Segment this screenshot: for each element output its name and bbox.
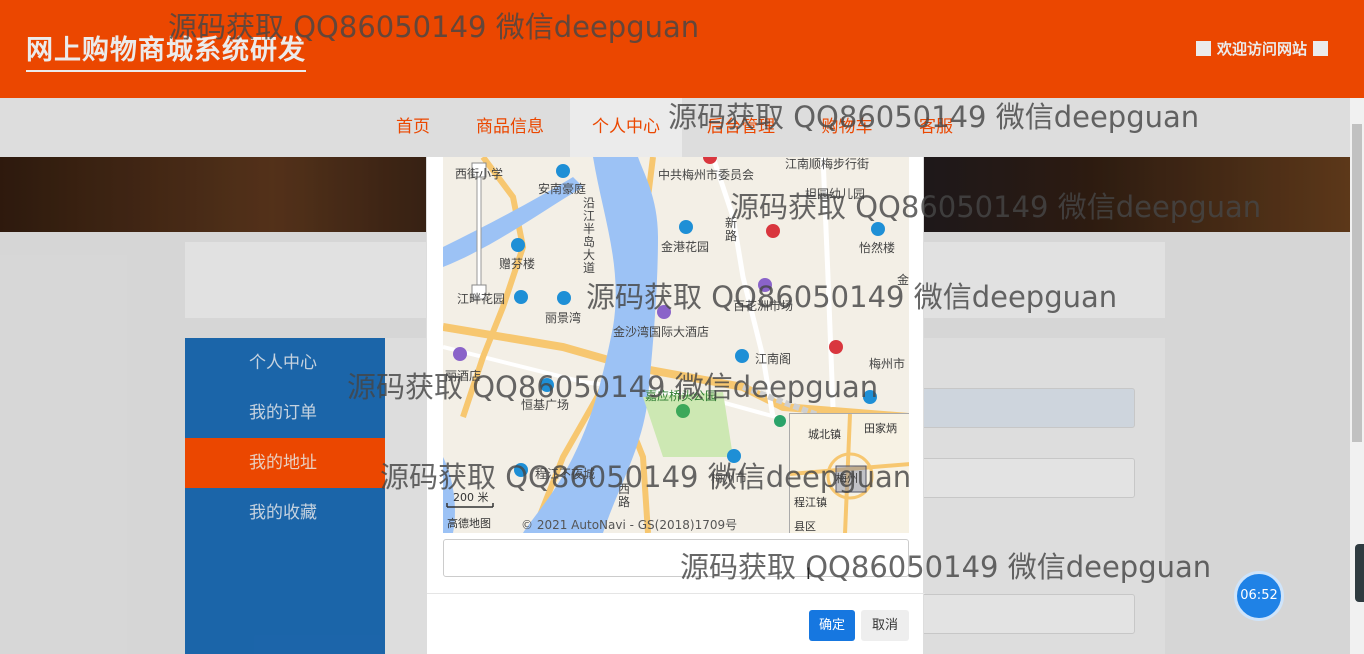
map-label: 梅州市 [711,471,748,485]
nav-item-personal-center[interactable]: 个人中心 [570,98,682,157]
cancel-button[interactable]: 取消 [861,610,909,641]
map-label: 中共梅州市委员会 [658,168,755,182]
square-icon [1195,41,1211,56]
overview-map[interactable]: 城北镇 田家炳 程江镇 梅州 县区 [789,413,909,533]
map-label: 丽景湾 [545,311,582,325]
map-label: 坦园幼儿园 [805,187,866,201]
sidebar-item-orders[interactable]: 我的订单 [185,388,385,438]
square-icon [1313,41,1328,56]
map-label: 怡然楼 [859,241,896,255]
map-label: 嘉应桥头公园 [645,389,718,403]
map-label: 程江不夜城 [535,467,596,481]
modal-divider [427,593,925,594]
map-label: 赠芬楼 [499,257,536,271]
address-input[interactable] [443,539,909,577]
nav-item-service[interactable]: 客服 [906,98,966,157]
sidebar-item-personal-center[interactable]: 个人中心 [185,338,385,388]
nav-item-admin[interactable]: 后台管理 [694,98,788,157]
overview-label: 梅州 [836,472,858,485]
overview-label: 程江镇 [794,496,827,509]
map-label: 西路 [618,482,631,509]
site-header: 网上购物商城系统研发 欢迎访问网站 [0,0,1364,98]
map-label: 恒基广场 [521,398,570,412]
map-label: 百花洲市场 [733,299,794,313]
map-label: 江畔花园 [457,292,506,306]
text-cursor-icon: Ⅰ [806,564,811,583]
map-attribution: © 2021 AutoNavi - GS(2018)1709号 [521,518,738,532]
recording-timer[interactable]: 06:52 [1234,571,1284,621]
map-logo: 高德地图 [447,517,491,530]
sidebar-item-address[interactable]: 我的地址 [185,438,385,488]
form-field[interactable] [905,594,1135,634]
map-view[interactable]: 西街小学 中共梅州市委员会 江南顺梅步行街 安南豪庭 沿江半岛大道 金港花园 新… [443,157,909,533]
map-label: 丽酒店 [445,369,482,383]
nav-item-home[interactable]: 首页 [382,98,444,157]
map-label: 江南顺梅步行街 [785,157,870,171]
main-nav: 首页 商品信息 个人中心 后台管理 购物车 客服 [0,98,1364,157]
confirm-button[interactable]: 确定 [809,610,855,641]
welcome-text: 欢迎访问网站 [1216,40,1307,58]
overview-label: 城北镇 [808,428,841,441]
overview-label: 县区 [794,520,816,533]
overview-label: 田家炳 [864,422,897,435]
map-label: 安南豪庭 [538,182,587,196]
nav-item-products[interactable]: 商品信息 [462,98,558,157]
form-field[interactable] [905,458,1135,498]
map-label: 金港花园 [661,240,710,254]
map-label: 金沙湾国际大酒店 [613,325,710,339]
sidebar-item-favorites[interactable]: 我的收藏 [185,488,385,538]
welcome-area: 欢迎访问网站 [1195,38,1328,59]
map-label: 梅州市 [869,357,906,371]
map-label: 沿江半岛大道 [583,196,596,275]
map-label: 新路 [725,216,738,243]
sidebar: 个人中心 我的订单 我的地址 我的收藏 [185,338,385,654]
nav-item-cart[interactable]: 购物车 [806,98,888,157]
map-scale: 200 米 [453,491,489,504]
form-field[interactable] [905,388,1135,428]
site-title[interactable]: 网上购物商城系统研发 [26,28,306,72]
map-label: 江南阁 [755,352,792,366]
address-picker-modal: 西街小学 中共梅州市委员会 江南顺梅步行街 安南豪庭 沿江半岛大道 金港花园 新… [426,157,925,654]
scrollbar-thumb[interactable] [1352,124,1362,442]
map-label: 西街小学 [455,167,504,181]
side-widget[interactable] [1355,544,1364,602]
map-label: 金 [897,273,909,287]
